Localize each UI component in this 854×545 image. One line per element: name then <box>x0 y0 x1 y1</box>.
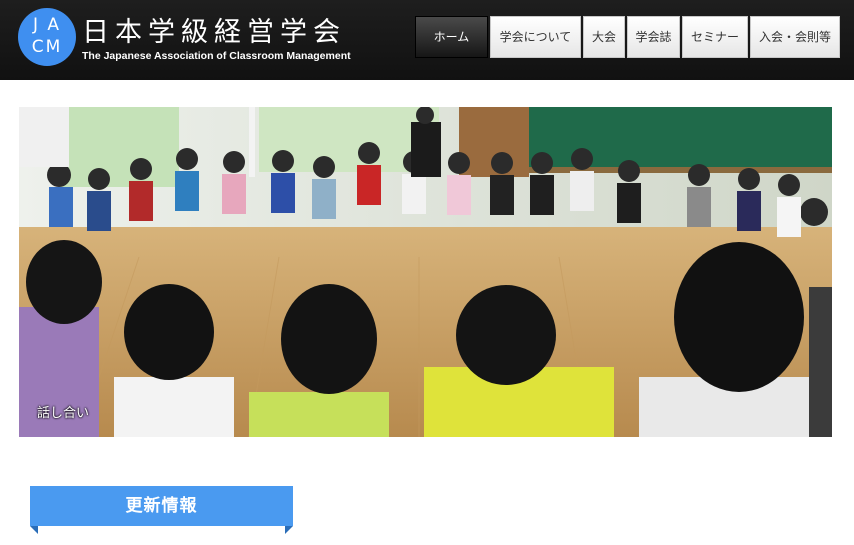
site-subtitle: The Japanese Association of Classroom Ma… <box>82 50 351 62</box>
ribbon-fold-left <box>30 526 38 534</box>
site-header: J A CM 日本学級経営学会 The Japanese Association… <box>0 0 854 80</box>
updates-heading: 更新情報 <box>30 486 293 526</box>
nav-item-membership[interactable]: 入会・会則等 <box>750 16 840 58</box>
classroom-photo-icon <box>19 107 832 437</box>
hero-image <box>19 107 832 437</box>
site-logo[interactable]: J A CM <box>18 8 76 66</box>
nav-item-seminar[interactable]: セミナー <box>682 16 748 58</box>
logo-line-2: CM <box>31 37 63 57</box>
nav-item-home[interactable]: ホーム <box>415 16 488 58</box>
nav-item-about[interactable]: 学会について <box>490 16 581 58</box>
nav-item-conference[interactable]: 大会 <box>583 16 625 58</box>
ribbon-fold-right <box>285 526 293 534</box>
main-nav: ホーム 学会について 大会 学会誌 セミナー 入会・会則等 <box>415 16 840 58</box>
logo-line-1: J A <box>32 15 62 35</box>
site-title[interactable]: 日本学級経営学会 <box>82 10 346 49</box>
nav-item-journal[interactable]: 学会誌 <box>627 16 680 58</box>
hero-caption: 話し合い <box>37 406 90 421</box>
